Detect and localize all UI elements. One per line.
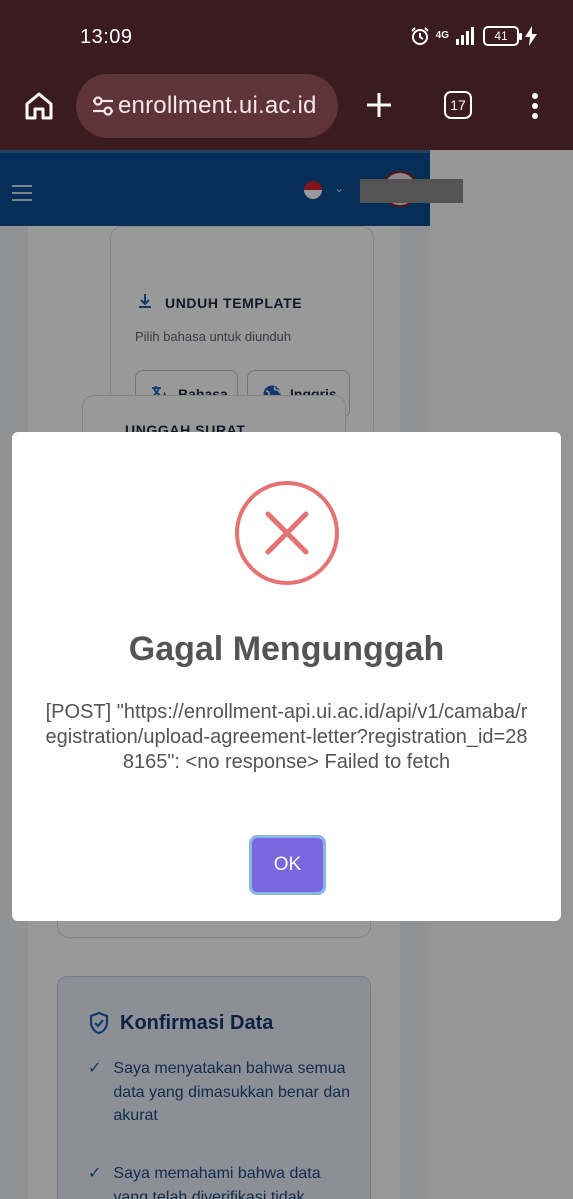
ok-button[interactable]: OK (252, 838, 323, 892)
alarm-icon (410, 26, 430, 46)
tab-count: 17 (450, 97, 466, 113)
new-tab-icon (367, 93, 391, 117)
tab-switcher-icon[interactable]: 17 (444, 91, 472, 119)
home-icon (25, 92, 53, 120)
home-button[interactable] (22, 89, 56, 123)
site-settings-icon (93, 96, 113, 116)
overflow-menu-icon (532, 93, 538, 119)
error-x-icon (235, 481, 339, 585)
status-icons: 4G 41 (410, 26, 537, 46)
charging-icon (525, 26, 537, 46)
status-time: 13:09 (80, 26, 133, 48)
battery-icon: 41 (483, 26, 522, 46)
new-tab-button[interactable] (364, 90, 394, 120)
dialog-title: Gagal Mengunggah (128, 630, 445, 668)
signal-icon (455, 27, 477, 45)
dialog-message: [POST] "https://enrollment-api.ui.ac.id/… (45, 701, 528, 773)
error-dialog: Gagal Mengunggah [POST] "https://enrollm… (12, 432, 561, 921)
overflow-menu-button[interactable] (530, 92, 540, 120)
network-type: 4G (435, 30, 449, 41)
status-bar: 13:09 4G 41 (0, 0, 573, 72)
battery-level: 41 (494, 29, 508, 43)
browser-toolbar: enrollment.ui.ac.id 17 (0, 72, 573, 150)
address-bar[interactable]: enrollment.ui.ac.id (76, 74, 338, 138)
url-text: enrollment.ui.ac.id (118, 92, 317, 119)
